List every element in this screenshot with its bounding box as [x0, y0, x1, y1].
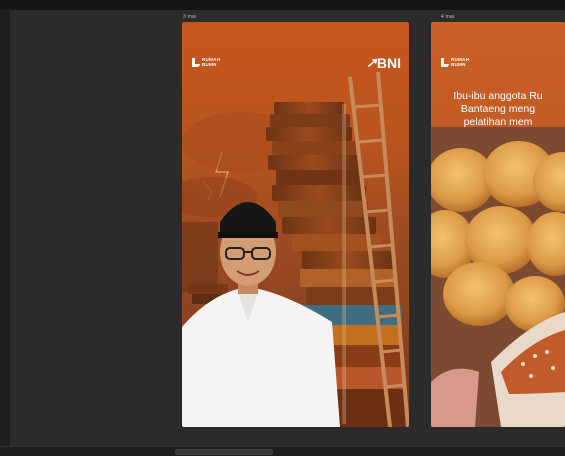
bni-logo: ↗ BNI — [365, 55, 401, 71]
rumah-bumn-logo: RUMAH BUMN — [192, 57, 220, 67]
frame-2-artwork — [431, 22, 565, 427]
design-app-window: 3 mai 4 mai RUMAH BUMN ↗ BNI RUMAH BUMN … — [0, 0, 565, 456]
logo-2-line-2: BUMN — [451, 62, 466, 67]
frame-label-2[interactable]: 4 mai — [441, 14, 454, 21]
rumah-bumn-logo-2: RUMAH BUMN — [441, 57, 469, 67]
headline-line-2: Bantaeng meng — [460, 103, 536, 115]
rumah-bumn-wordmark-2: RUMAH BUMN — [451, 57, 469, 67]
frame-1-artwork — [182, 71, 409, 427]
headline-line-1: Ibu-ibu anggota Ru — [453, 90, 543, 102]
rumah-bumn-wordmark: RUMAH BUMN — [202, 57, 220, 67]
artboard-frame-2[interactable]: RUMAH BUMN Ibu-ibu anggota Ru Bantaeng m… — [431, 22, 565, 427]
bread-buns-photo — [431, 141, 565, 332]
frame-label-1[interactable]: 3 mai — [183, 14, 196, 21]
frame-2-headline: Ibu-ibu anggota Ru Bantaeng meng pelatih… — [431, 90, 565, 129]
rumah-bumn-mark-icon-2 — [441, 57, 449, 67]
rumah-bumn-mark-icon — [192, 57, 200, 67]
status-bar — [0, 446, 565, 456]
bni-wordmark: BNI — [376, 55, 401, 71]
zoom-control[interactable] — [175, 449, 273, 455]
logo-line-2: BUMN — [202, 62, 217, 67]
artboard-frame-1[interactable]: RUMAH BUMN ↗ BNI — [182, 22, 409, 427]
headline-line-3: pelatihan mem — [463, 116, 533, 128]
top-toolbar-strip — [0, 0, 565, 10]
